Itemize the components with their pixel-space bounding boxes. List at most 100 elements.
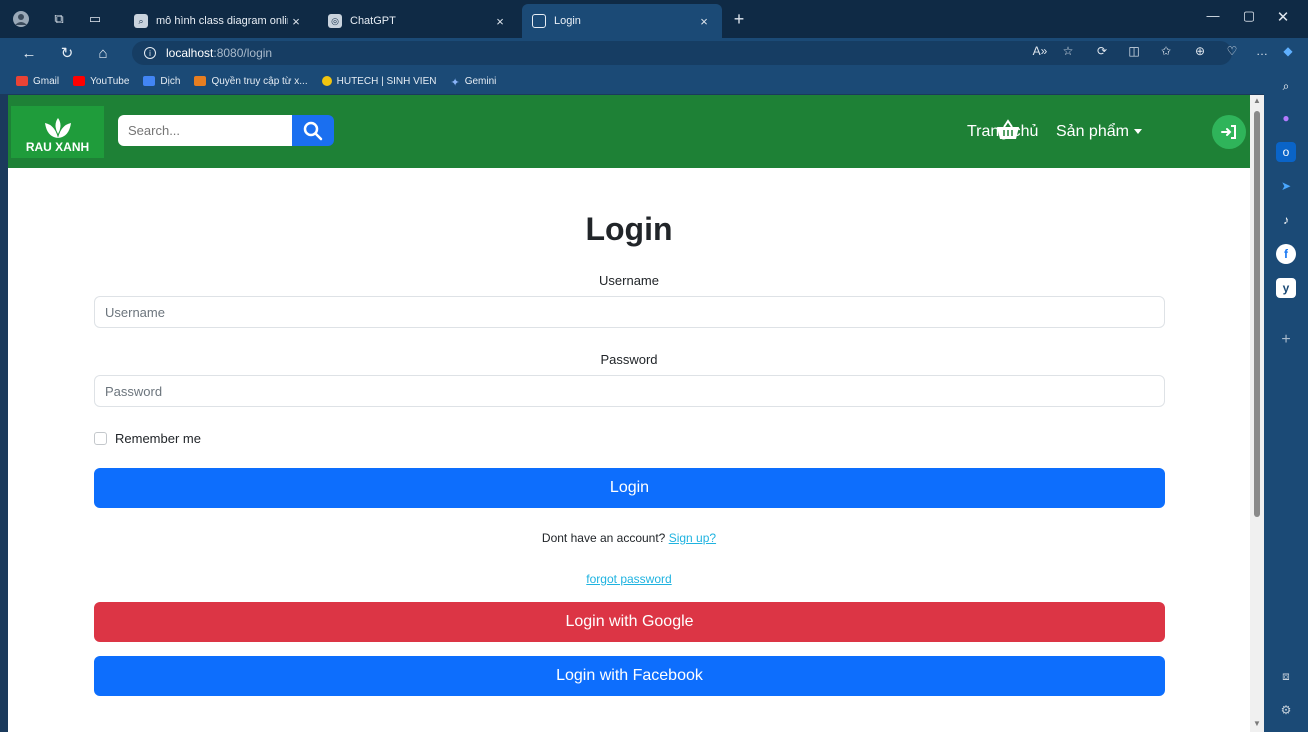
read-aloud-icon[interactable]: A» bbox=[1030, 44, 1050, 62]
search-icon[interactable]: ⌕ bbox=[1276, 76, 1296, 96]
close-tab-icon[interactable]: × bbox=[492, 14, 508, 29]
tab-title: ChatGPT bbox=[350, 15, 396, 27]
signup-prompt-text: Dont have an account? bbox=[541, 531, 666, 545]
telegram-icon[interactable]: ➤ bbox=[1276, 176, 1296, 196]
page-scrollbar[interactable]: ▲ ▼ bbox=[1250, 95, 1264, 732]
scroll-up-arrow-icon[interactable]: ▲ bbox=[1253, 97, 1261, 105]
search-input[interactable] bbox=[118, 115, 292, 146]
page-title: Login bbox=[585, 211, 673, 247]
scrollbar-thumb[interactable] bbox=[1254, 111, 1260, 517]
screenshot-icon[interactable]: ⧈ bbox=[1276, 666, 1296, 686]
restore-icon[interactable]: ▢ bbox=[1238, 8, 1260, 24]
page-icon bbox=[532, 14, 546, 28]
info-icon[interactable]: i bbox=[144, 47, 156, 59]
page-viewport: RAU XANH Trang chủ Sản phẩm bbox=[8, 95, 1264, 732]
site-logo[interactable]: RAU XANH bbox=[11, 106, 104, 158]
search-tab-icon: ⌕ bbox=[134, 14, 148, 28]
nav-products-dropdown[interactable]: Sản phẩm bbox=[1056, 123, 1142, 141]
tiktok-icon[interactable]: ♪ bbox=[1276, 210, 1296, 230]
bookmark-label: HUTECH | SINH VIEN bbox=[336, 75, 437, 87]
refresh-icon[interactable]: ↻ bbox=[56, 42, 78, 64]
collections-icon[interactable]: ⊕ bbox=[1190, 44, 1210, 62]
nav-products-label: Sản phẩm bbox=[1056, 123, 1129, 140]
login-facebook-button[interactable]: Login with Facebook bbox=[94, 656, 1165, 696]
signup-link[interactable]: Sign up? bbox=[669, 531, 716, 545]
cart-basket-icon[interactable] bbox=[996, 119, 1020, 141]
password-input[interactable] bbox=[94, 375, 1165, 407]
close-tab-icon[interactable]: × bbox=[696, 14, 712, 29]
login-submit-button[interactable]: Login bbox=[94, 468, 1165, 508]
tab-actions-icon[interactable]: ▭ bbox=[84, 8, 106, 30]
close-tab-icon[interactable]: × bbox=[288, 14, 304, 29]
site-navbar: RAU XANH Trang chủ Sản phẩm bbox=[8, 95, 1250, 168]
add-sidebar-app-icon[interactable]: + bbox=[1276, 330, 1296, 350]
bookmark-label: Dịch bbox=[160, 75, 181, 87]
password-label: Password bbox=[600, 352, 658, 367]
bookmark-hutech[interactable]: HUTECH | SINH VIEN bbox=[321, 75, 437, 87]
bookmark-label: Gmail bbox=[33, 75, 60, 87]
remember-me-label: Remember me bbox=[115, 431, 201, 446]
login-button[interactable] bbox=[1212, 115, 1246, 149]
bookmark-label: Gemini bbox=[464, 75, 497, 87]
bookmark-youtube[interactable]: YouTube bbox=[73, 76, 129, 87]
logo-text: RAU XANH bbox=[25, 140, 90, 154]
tab-chatgpt[interactable]: ◎ ChatGPT × bbox=[318, 4, 518, 38]
tab-class-diagram[interactable]: ⌕ mô hình class diagram online - T × bbox=[124, 4, 314, 38]
refresh-extension-icon[interactable]: ⟳ bbox=[1092, 44, 1112, 62]
bookmark-label: YouTube bbox=[90, 75, 130, 87]
chatgpt-icon: ◎ bbox=[328, 14, 342, 28]
gmail-icon bbox=[16, 76, 28, 86]
app-icon[interactable]: y bbox=[1276, 278, 1296, 298]
translate-icon bbox=[143, 76, 156, 86]
url-path: :8080/login bbox=[213, 46, 273, 60]
minimize-icon[interactable]: — bbox=[1202, 8, 1224, 23]
more-menu-icon[interactable]: … bbox=[1252, 44, 1272, 62]
search-icon bbox=[303, 121, 323, 140]
leaf-logo-icon bbox=[44, 118, 71, 138]
profile-avatar-icon[interactable] bbox=[10, 8, 32, 30]
copilot-sidebar-icon[interactable]: ● bbox=[1276, 108, 1296, 128]
bookmarks-bar: Gmail YouTube Dịch Quyền truy cập từ x..… bbox=[0, 68, 1264, 94]
folder-icon bbox=[194, 76, 207, 86]
hutech-icon bbox=[321, 76, 332, 86]
favorite-star-icon[interactable]: ☆ bbox=[1058, 44, 1078, 62]
browser-tab-strip: ⧉ ▭ ⌕ mô hình class diagram online - T ×… bbox=[0, 0, 1308, 38]
search-button[interactable] bbox=[292, 115, 334, 146]
sign-in-icon bbox=[1221, 125, 1236, 139]
copilot-icon[interactable]: ◆ bbox=[1278, 44, 1298, 62]
bookmark-gemini[interactable]: ✦ Gemini bbox=[450, 75, 497, 90]
settings-gear-icon[interactable]: ⚙ bbox=[1276, 700, 1296, 720]
gemini-icon: ✦ bbox=[450, 77, 460, 89]
split-screen-icon[interactable]: ◫ bbox=[1124, 44, 1144, 62]
youtube-icon bbox=[73, 76, 86, 86]
back-arrow-icon[interactable]: ← bbox=[18, 42, 40, 64]
forgot-password-row: forgot password bbox=[8, 572, 1250, 586]
home-icon[interactable]: ⌂ bbox=[92, 42, 114, 64]
login-google-button[interactable]: Login with Google bbox=[94, 602, 1165, 642]
username-input[interactable] bbox=[94, 296, 1165, 328]
bookmark-quyen-truy-cap[interactable]: Quyền truy cập từ x... bbox=[194, 75, 308, 87]
remember-me-checkbox[interactable] bbox=[94, 432, 107, 445]
new-tab-icon[interactable]: + bbox=[728, 8, 750, 30]
workspaces-icon[interactable]: ⧉ bbox=[48, 8, 70, 30]
bookmark-gmail[interactable]: Gmail bbox=[16, 76, 59, 87]
extensions-icon[interactable]: ♡ bbox=[1222, 44, 1242, 62]
favorites-icon[interactable]: ✩ bbox=[1156, 44, 1176, 62]
outlook-icon[interactable]: o bbox=[1276, 142, 1296, 162]
bookmark-dich[interactable]: Dịch bbox=[143, 76, 180, 87]
address-bar-row: ← ↻ ⌂ i localhost :8080/login A» ☆ ⟳ ◫ ✩… bbox=[0, 38, 1308, 68]
signup-prompt-row: Dont have an account? Sign up? bbox=[8, 531, 1250, 545]
tab-title: Login bbox=[554, 15, 581, 27]
scroll-down-arrow-icon[interactable]: ▼ bbox=[1253, 720, 1261, 728]
bookmark-label: Quyền truy cập từ x... bbox=[211, 75, 308, 87]
tab-login[interactable]: Login × bbox=[522, 4, 722, 38]
close-window-icon[interactable]: ✕ bbox=[1272, 8, 1294, 26]
facebook-icon[interactable]: f bbox=[1276, 244, 1296, 264]
username-label: Username bbox=[599, 273, 659, 288]
url-host: localhost bbox=[166, 46, 214, 60]
remember-me-row: Remember me bbox=[94, 431, 201, 446]
chevron-down-icon bbox=[1133, 129, 1142, 135]
edge-sidebar: ⌕ ● o ➤ ♪ f y + ⧈ ⚙ bbox=[1264, 68, 1308, 732]
tab-title: mô hình class diagram online - T bbox=[156, 15, 288, 27]
forgot-password-link[interactable]: forgot password bbox=[586, 572, 671, 586]
